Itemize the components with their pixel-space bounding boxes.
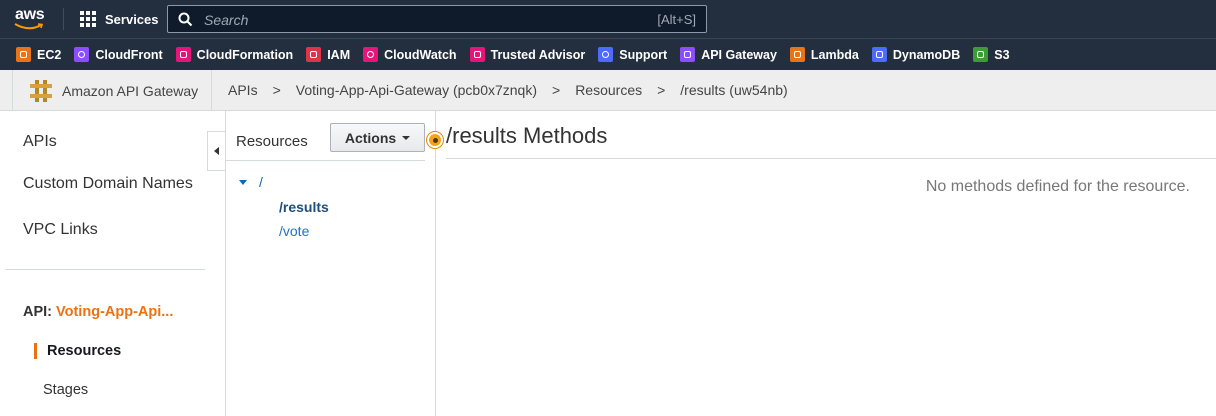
- top-navigation-bar: aws Services Search [Alt+S]: [0, 0, 1216, 38]
- services-label: Services: [105, 11, 159, 27]
- breadcrumb-separator: >: [272, 82, 281, 98]
- nav-divider: [5, 269, 205, 270]
- nav-item-resources[interactable]: Resources: [34, 343, 121, 359]
- left-navigation: APIs Custom Domain Names VPC Links API: …: [0, 111, 225, 416]
- favorite-ec2[interactable]: EC2: [16, 47, 61, 62]
- search-icon: [178, 12, 193, 27]
- favorite-iam[interactable]: IAM: [306, 47, 350, 62]
- search-placeholder: Search: [204, 12, 249, 28]
- support-icon: [598, 47, 614, 62]
- aws-smile-icon: [14, 23, 44, 30]
- s3-icon: [973, 47, 989, 62]
- api-gateway-logo-icon: [30, 79, 52, 102]
- favorite-api-gateway[interactable]: API Gateway: [680, 47, 777, 62]
- nav-item-apis[interactable]: APIs: [23, 133, 57, 151]
- favorite-label: API Gateway: [701, 47, 777, 62]
- breadcrumb-apis[interactable]: APIs: [228, 82, 258, 98]
- empty-state-message: No methods defined for the resource.: [925, 178, 1190, 195]
- resize-handle-icon[interactable]: [427, 132, 443, 148]
- api-prefix: API:: [23, 304, 52, 320]
- service-home-link[interactable]: Amazon API Gateway: [12, 70, 212, 111]
- trusted-advisor-icon: [469, 47, 485, 62]
- favorites-bar: EC2 CloudFront CloudFormation IAM CloudW…: [0, 38, 1216, 70]
- topbar-divider: [63, 8, 64, 30]
- expand-arrow-icon[interactable]: [239, 179, 247, 185]
- resources-panel: Resources Actions / /results /vote: [226, 111, 435, 416]
- favorite-label: CloudWatch: [384, 47, 457, 62]
- favorite-label: IAM: [327, 47, 351, 62]
- favorite-label: Lambda: [810, 47, 859, 62]
- api-gateway-icon: [680, 47, 696, 62]
- favorite-label: DynamoDB: [892, 47, 961, 62]
- favorite-cloudwatch[interactable]: CloudWatch: [363, 47, 457, 62]
- breadcrumb: APIs > Voting-App-Api-Gateway (pcb0x7znq…: [228, 82, 788, 98]
- breadcrumb-api-name[interactable]: Voting-App-Api-Gateway (pcb0x7znqk): [296, 82, 537, 98]
- aws-logo-text: aws: [15, 6, 45, 23]
- nav-item-custom-domain-names[interactable]: Custom Domain Names: [23, 175, 193, 193]
- collapse-nav-button[interactable]: [207, 131, 225, 171]
- caret-down-icon: [402, 135, 411, 140]
- dynamodb-icon: [871, 47, 887, 62]
- favorite-label: CloudFormation: [196, 47, 294, 62]
- resources-panel-title: Resources: [236, 133, 308, 150]
- lambda-icon: [789, 47, 805, 62]
- resource-tree-item-results[interactable]: /results: [279, 199, 329, 215]
- breadcrumb-resources[interactable]: Resources: [575, 82, 642, 98]
- favorite-label: Support: [619, 47, 668, 62]
- services-menu-button[interactable]: Services: [80, 10, 159, 28]
- page-title: /results Methods: [446, 123, 608, 148]
- favorite-cloudfront[interactable]: CloudFront: [74, 47, 163, 62]
- breadcrumb-separator: >: [552, 82, 561, 98]
- favorite-label: EC2: [37, 47, 62, 62]
- resources-panel-divider: [226, 160, 425, 161]
- ec2-icon: [16, 47, 31, 62]
- resource-tree-root[interactable]: /: [239, 174, 263, 190]
- caret-left-icon: [213, 147, 219, 155]
- favorite-label: Trusted Advisor: [490, 47, 586, 62]
- breadcrumb-current-resource: /results (uw54nb): [680, 82, 788, 98]
- favorite-cloudformation[interactable]: CloudFormation: [175, 47, 294, 62]
- favorite-label: S3: [994, 47, 1010, 62]
- nav-current-api[interactable]: API: Voting-App-Api...: [23, 304, 173, 320]
- cloudfront-icon: [74, 47, 90, 62]
- favorite-trusted-advisor[interactable]: Trusted Advisor: [469, 47, 586, 62]
- favorite-dynamodb[interactable]: DynamoDB: [871, 47, 961, 62]
- nav-item-vpc-links[interactable]: VPC Links: [23, 221, 98, 239]
- favorite-lambda[interactable]: Lambda: [789, 47, 859, 62]
- search-shortcut: [Alt+S]: [657, 12, 696, 27]
- aws-logo[interactable]: aws: [14, 5, 50, 33]
- favorite-s3[interactable]: S3: [973, 47, 1010, 62]
- service-name: Amazon API Gateway: [62, 82, 199, 99]
- main-divider: [446, 158, 1216, 159]
- favorite-support[interactable]: Support: [598, 47, 667, 62]
- breadcrumb-separator: >: [657, 82, 666, 98]
- iam-icon: [306, 47, 322, 62]
- nav-item-stages[interactable]: Stages: [43, 382, 88, 398]
- actions-dropdown-button[interactable]: Actions: [330, 123, 425, 152]
- services-grid-icon: [80, 11, 96, 27]
- search-input[interactable]: Search [Alt+S]: [167, 5, 707, 33]
- actions-label: Actions: [344, 129, 397, 146]
- cloudwatch-icon: [363, 47, 379, 62]
- api-name: Voting-App-Api...: [56, 304, 174, 320]
- resources-panel-border: [435, 111, 436, 416]
- favorite-label: CloudFront: [95, 47, 163, 62]
- cloudformation-icon: [175, 47, 191, 62]
- resource-root-path: /: [259, 174, 263, 190]
- breadcrumb-bar: Amazon API Gateway APIs > Voting-App-Api…: [0, 70, 1216, 111]
- resource-tree-item-vote[interactable]: /vote: [279, 223, 309, 239]
